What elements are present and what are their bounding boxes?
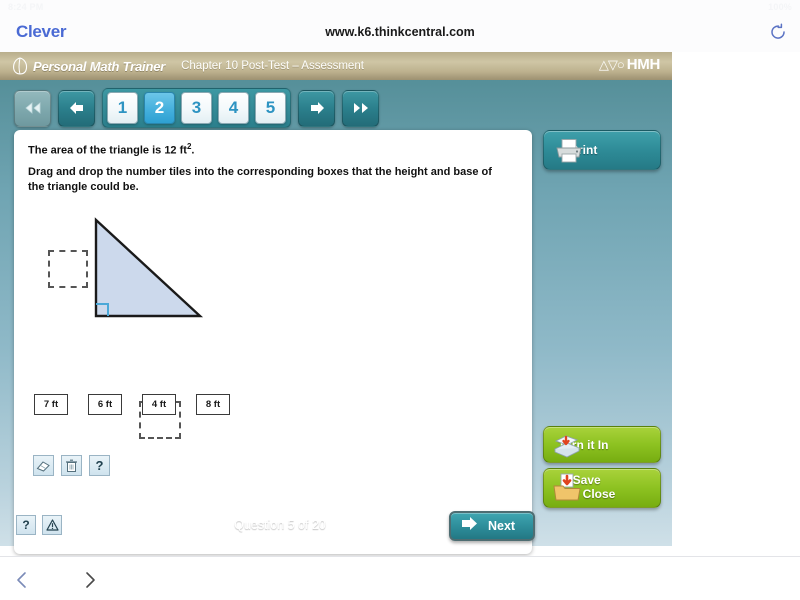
printer-icon (554, 138, 584, 169)
number-tile[interactable]: 7 ft (34, 394, 68, 415)
browser-forward-button[interactable] (82, 571, 98, 594)
previous-page-button[interactable] (58, 89, 95, 127)
number-tile-tray: 7 ft 6 ft 4 ft 8 ft (34, 394, 230, 415)
help-icon[interactable]: ? (89, 455, 110, 476)
status-battery: 100% (768, 2, 792, 12)
number-tile[interactable]: 8 ft (196, 394, 230, 415)
browser-bottom-bar (0, 556, 800, 600)
next-label: Next (488, 519, 516, 533)
hmh-marks-icon: △▽○ (598, 56, 625, 72)
print-button[interactable]: Print (543, 130, 661, 170)
page-button-2[interactable]: 2 (144, 92, 175, 124)
statement-prefix: The area of the triangle is 12 ft (28, 144, 187, 157)
answer-tools: ? (33, 455, 110, 476)
arrow-right-icon (459, 516, 479, 536)
hmh-brand: △▽○ HMH (599, 56, 660, 73)
save-and-close-button[interactable]: Save and Close (543, 468, 661, 508)
page-button-1[interactable]: 1 (107, 92, 138, 124)
eraser-icon[interactable] (33, 455, 54, 476)
app-title: Personal Math Trainer (33, 58, 166, 74)
triangle-svg (94, 217, 204, 318)
number-tile[interactable]: 6 ft (88, 394, 122, 415)
page-button-3[interactable]: 3 (181, 92, 212, 124)
next-button[interactable]: Next (449, 511, 535, 541)
screen: 8:24 PM 100% Clever www.k6.thinkcentral.… (0, 0, 800, 600)
page-button-5[interactable]: 5 (255, 92, 286, 124)
number-tile[interactable]: 4 ft (142, 394, 176, 415)
last-page-button[interactable] (342, 89, 379, 127)
save-folder-icon (552, 473, 582, 508)
help-glyph: ? (95, 458, 104, 473)
status-time: 8:24 PM (8, 2, 44, 12)
hmh-text: HMH (626, 56, 661, 73)
height-drop-box[interactable] (48, 250, 88, 288)
pagination-toolbar: 1 2 3 4 5 (14, 88, 379, 128)
inbox-tray-icon (552, 432, 582, 464)
page-number-group: 1 2 3 4 5 (102, 88, 291, 128)
question-instruction: Drag and drop the number tiles into the … (28, 166, 492, 193)
triangle-figure (14, 208, 274, 439)
reload-icon[interactable] (768, 22, 788, 42)
question-card: The area of the triangle is 12 ft2. Drag… (14, 130, 532, 554)
page-button-4[interactable]: 4 (218, 92, 249, 124)
app-header: Personal Math Trainer Chapter 10 Post-Te… (0, 52, 672, 80)
statement-suffix: . (191, 144, 195, 157)
device-status-bar: 8:24 PM 100% (0, 0, 800, 14)
app-footer: ? Question 5 of 20 (0, 504, 672, 546)
shell-leaf-icon (12, 57, 28, 75)
browser-back-button[interactable] (14, 571, 30, 594)
next-page-button[interactable] (298, 89, 335, 127)
url-display[interactable]: www.k6.thinkcentral.com (0, 25, 800, 39)
trash-icon[interactable] (61, 455, 82, 476)
first-page-button[interactable] (14, 89, 51, 127)
chapter-title: Chapter 10 Post-Test – Assessment (181, 60, 364, 72)
question-statement: The area of the triangle is 12 ft2. (28, 142, 194, 157)
turn-it-in-button[interactable]: Turn it In (543, 426, 661, 463)
